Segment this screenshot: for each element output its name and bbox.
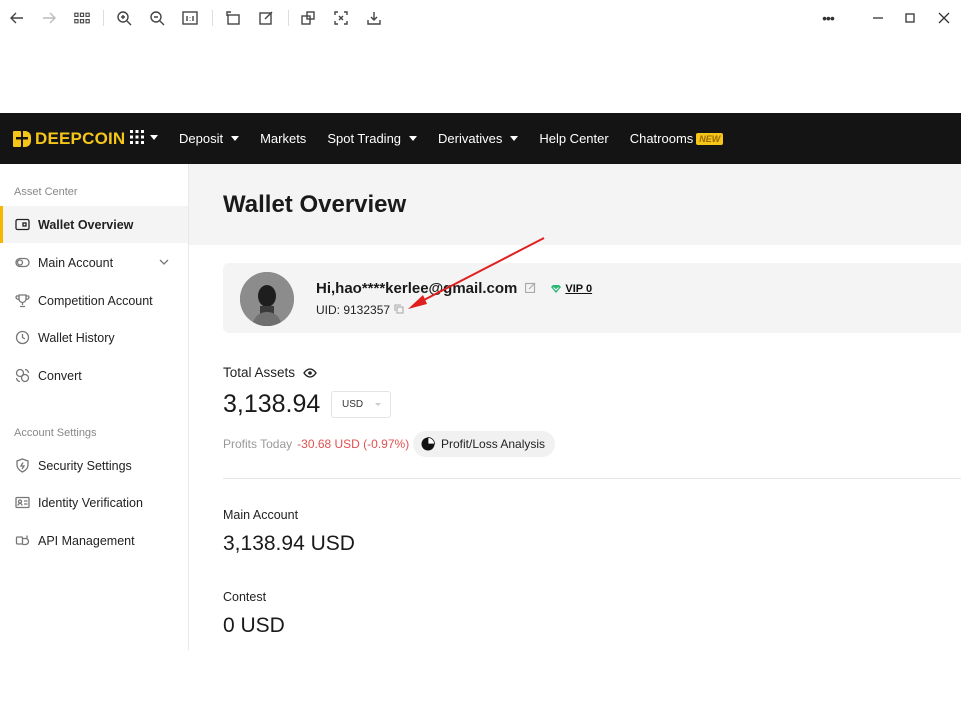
uid-text: UID: 9132357 — [316, 303, 391, 317]
clock-icon — [15, 330, 30, 345]
image-viewer-toolbar: ••• — [0, 0, 961, 36]
avatar[interactable] — [240, 272, 294, 326]
diamond-icon — [551, 284, 562, 293]
chevron-down-icon — [150, 134, 158, 140]
contest-value: 0 USD — [223, 614, 285, 637]
chevron-down-icon — [375, 403, 381, 406]
copy-icon[interactable] — [394, 303, 404, 317]
profit-loss-analysis-button[interactable]: Profit/Loss Analysis — [413, 431, 556, 457]
sidebar-section-account-settings: Account Settings — [14, 427, 97, 439]
pie-chart-icon — [421, 437, 435, 451]
close-icon[interactable] — [934, 8, 954, 28]
chevron-down-icon — [409, 136, 418, 141]
sidebar-item-competition-account[interactable]: Competition Account — [0, 282, 188, 319]
save-icon[interactable] — [364, 8, 384, 28]
sidebar-item-wallet-history[interactable]: Wallet History — [0, 319, 188, 356]
deepcoin-logo-icon — [13, 131, 31, 147]
sidebar-section-asset-center: Asset Center — [14, 186, 78, 198]
edit-icon[interactable] — [256, 8, 276, 28]
profits-today-row: Profits Today -30.68 USD (-0.97%) — [223, 437, 410, 451]
currency-select[interactable]: USD — [331, 391, 391, 418]
total-assets-label-row: Total Assets — [223, 365, 317, 380]
rotate-icon[interactable] — [223, 8, 243, 28]
user-info-card: Hi,hao****kerlee@gmail.com VIP 0 UID: 91… — [223, 263, 961, 333]
sidebar-item-security-settings[interactable]: Security Settings — [0, 447, 188, 484]
nav-chatrooms[interactable]: Chatrooms NEW — [630, 131, 724, 146]
sidebar-item-identity-verification[interactable]: Identity Verification — [0, 484, 188, 521]
main-nav: Deposit Markets Spot Trading Derivatives… — [179, 113, 744, 164]
more-icon[interactable]: ••• — [818, 8, 838, 28]
sidebar-item-wallet-overview[interactable]: Wallet Overview — [0, 206, 188, 243]
sidebar-item-convert[interactable]: Convert — [0, 357, 188, 394]
id-card-icon — [15, 496, 30, 509]
greeting-email: Hi,hao****kerlee@gmail.com — [316, 280, 518, 297]
divider — [223, 478, 961, 479]
vip-badge[interactable]: VIP 0 — [550, 283, 592, 295]
toggle-icon — [15, 257, 30, 268]
profits-today-value: -30.68 USD (-0.97%) — [297, 437, 410, 451]
eye-icon[interactable] — [303, 366, 317, 380]
contest-label: Contest — [223, 590, 267, 604]
chevron-down-icon — [231, 136, 240, 141]
edit-icon[interactable] — [525, 280, 536, 297]
brand-name: DEEPCOIN — [35, 129, 126, 148]
nav-derivatives[interactable]: Derivatives — [438, 131, 519, 146]
grid-icon[interactable] — [72, 8, 92, 28]
nav-help-center[interactable]: Help Center — [539, 131, 608, 146]
avatar-image — [240, 272, 294, 326]
new-badge: NEW — [696, 132, 724, 145]
site-header: DEEPCOIN Deposit Markets Spot Trading De… — [0, 113, 961, 164]
page-header: Wallet Overview — [189, 164, 961, 245]
nav-deposit[interactable]: Deposit — [179, 131, 240, 146]
actual-size-icon[interactable] — [180, 8, 200, 28]
apps-menu-button[interactable] — [130, 130, 158, 144]
zoom-in-icon[interactable] — [114, 8, 134, 28]
convert-icon — [15, 368, 30, 383]
main-account-label: Main Account — [223, 508, 299, 522]
nav-spot-trading[interactable]: Spot Trading — [327, 131, 418, 146]
deepcoin-logo[interactable]: DEEPCOIN — [13, 129, 125, 149]
minimize-icon[interactable] — [868, 8, 888, 28]
apps-grid-icon — [130, 130, 144, 144]
wallet-icon — [15, 218, 30, 231]
shield-icon — [16, 458, 29, 473]
main-account-value: 3,138.94 USD — [223, 532, 355, 555]
page-title: Wallet Overview — [223, 191, 407, 218]
maximize-icon[interactable] — [900, 8, 920, 28]
forward-icon[interactable] — [39, 8, 59, 28]
greeting-row: Hi,hao****kerlee@gmail.com VIP 0 — [316, 280, 592, 297]
api-icon — [15, 535, 30, 546]
uid-row: UID: 9132357 — [316, 303, 404, 317]
sidebar-item-api-management[interactable]: API Management — [0, 522, 188, 559]
trophy-icon — [15, 294, 30, 308]
chevron-down-icon — [510, 136, 519, 141]
chevron-down-icon[interactable] — [158, 256, 170, 271]
crop-icon[interactable] — [298, 8, 318, 28]
zoom-out-icon[interactable] — [147, 8, 167, 28]
sidebar-item-main-account[interactable]: Main Account — [0, 244, 188, 281]
nav-markets[interactable]: Markets — [260, 131, 306, 146]
fullscreen-icon[interactable] — [331, 8, 351, 28]
total-assets-value: 3,138.94 — [223, 390, 321, 418]
sidebar: Asset Center Wallet Overview Main Accoun… — [0, 164, 189, 650]
back-icon[interactable] — [7, 8, 27, 28]
